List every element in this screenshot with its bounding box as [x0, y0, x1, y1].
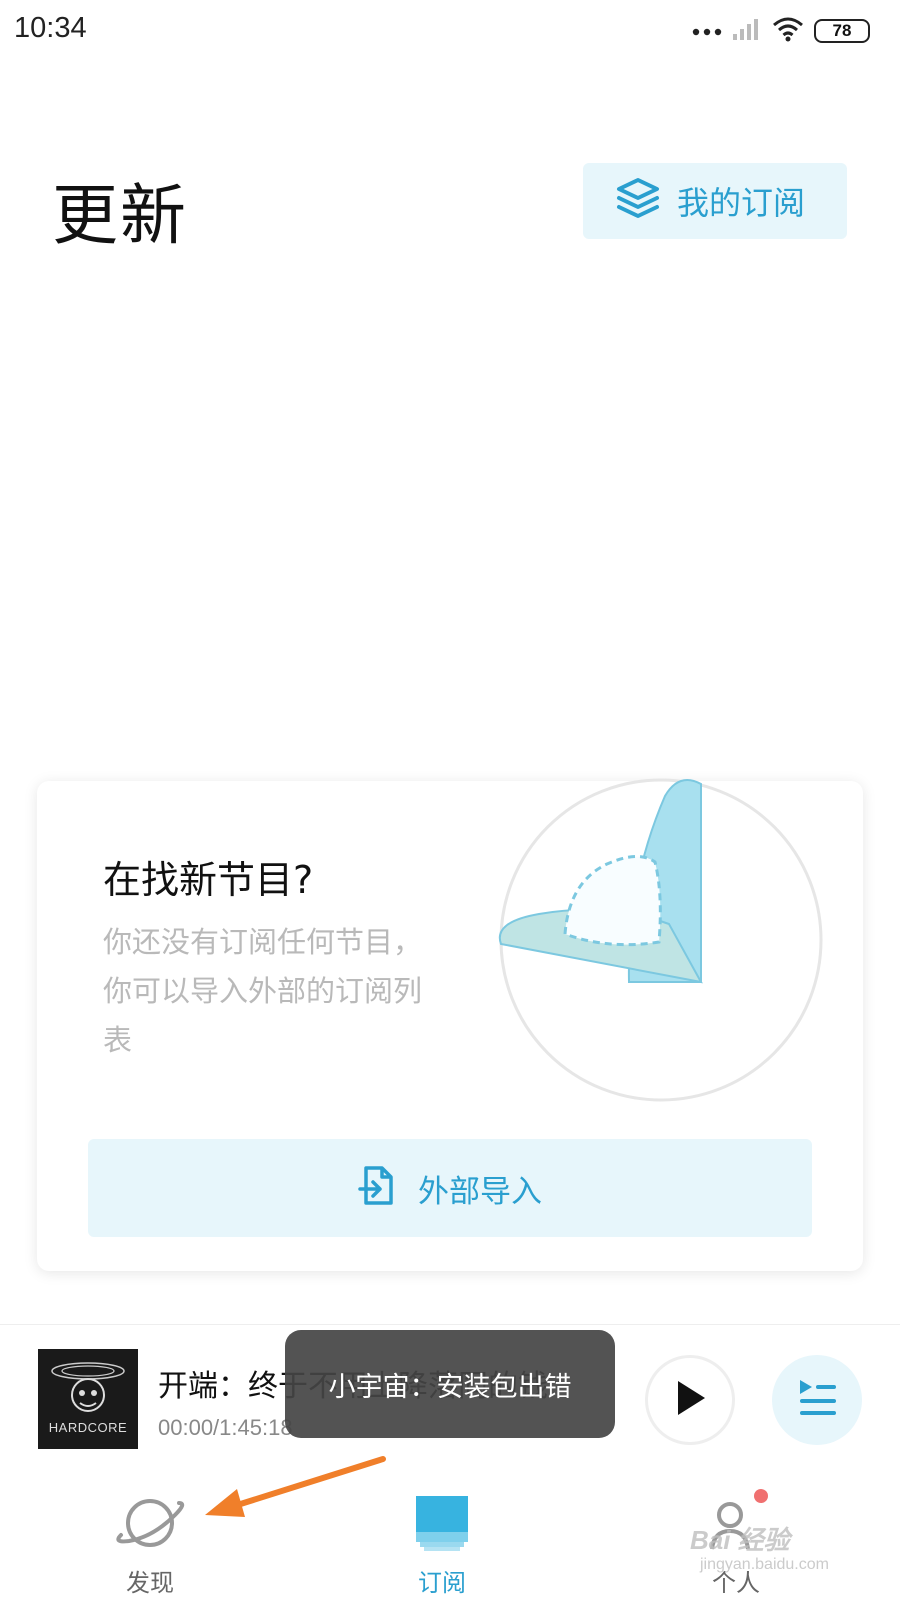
cover-text: HARDCORE [48, 1420, 128, 1435]
external-import-button[interactable]: 外部导入 [88, 1139, 812, 1237]
empty-subscription-card: 在找新节目? 你还没有订阅任何节目，你可以导入外部的订阅列表 外部导入 [37, 778, 863, 1271]
notification-dot [754, 1489, 768, 1503]
episode-cover[interactable]: HARDCORE [38, 1349, 138, 1449]
watermark-brand: Bai 经验 [690, 1525, 790, 1555]
card-description: 你还没有订阅任何节目，你可以导入外部的订阅列表 [103, 925, 423, 1057]
playlist-icon [796, 1378, 838, 1422]
status-bar: 10:34 78 [0, 0, 900, 64]
status-time: 10:34 [14, 12, 87, 44]
play-button[interactable] [645, 1355, 735, 1445]
signal-icon [732, 17, 762, 45]
playlist-button[interactable] [772, 1355, 862, 1445]
toast-message: 小宇宙：安装包出错 [285, 1330, 615, 1438]
nav-label-subscriptions: 订阅 [418, 1569, 466, 1597]
wifi-icon [772, 16, 804, 46]
nav-item-subscriptions[interactable]: 订阅 [362, 1475, 522, 1600]
page-title: 更新 [52, 177, 188, 254]
external-import-label: 外部导入 [418, 1173, 542, 1210]
import-file-icon [358, 1165, 396, 1211]
watermark-url: jingyan.baidu.com [700, 1556, 829, 1573]
planet-slice-illustration [498, 778, 823, 1102]
episode-time: 00:00/1:45:18 [158, 1415, 293, 1440]
layers-icon [615, 176, 661, 226]
battery-icon: 78 [814, 19, 870, 43]
my-subscriptions-button[interactable]: 我的订阅 [583, 163, 847, 239]
planet-icon [114, 1489, 186, 1557]
more-dots-icon [692, 22, 722, 41]
card-title: 在找新节目? [103, 858, 314, 902]
status-icons: 78 [692, 16, 870, 46]
toast-text: 小宇宙：安装包出错 [328, 1371, 572, 1403]
nav-item-discover[interactable]: 发现 [70, 1475, 230, 1600]
subscription-icon [406, 1489, 478, 1557]
nav-label-discover: 发现 [126, 1569, 174, 1597]
play-icon [672, 1378, 708, 1422]
my-subscriptions-label: 我的订阅 [677, 184, 806, 222]
